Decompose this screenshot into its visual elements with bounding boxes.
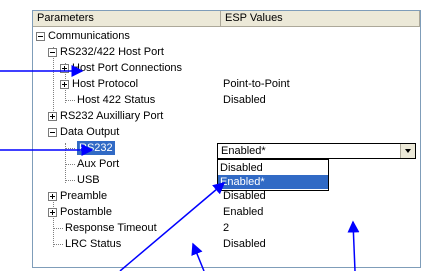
arrow-value-column — [191, 242, 205, 271]
arrow-esp-values — [347, 220, 360, 271]
annotation-arrows — [0, 65, 360, 271]
arrow-dropdown-options — [119, 182, 226, 271]
